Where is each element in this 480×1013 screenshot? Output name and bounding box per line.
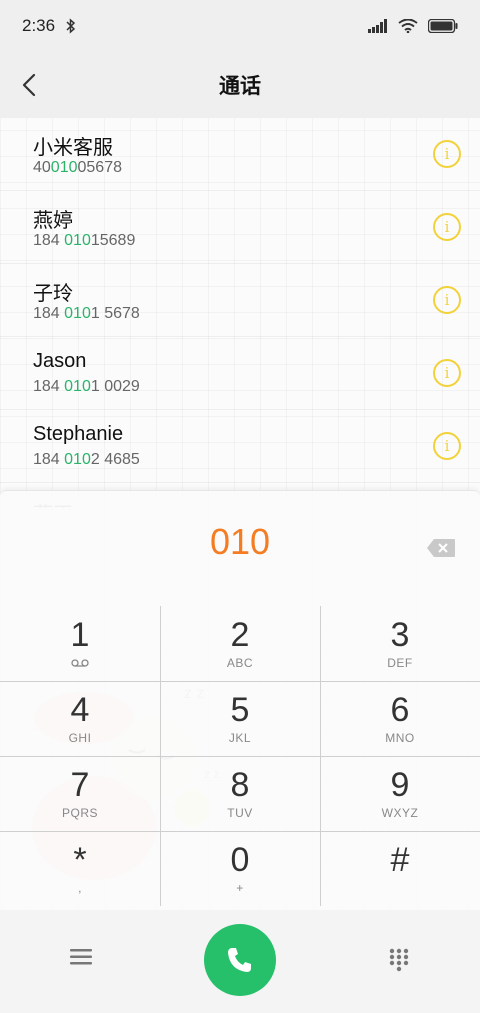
backspace-icon[interactable]	[426, 538, 456, 558]
number-suffix: 1 0029	[90, 378, 140, 395]
number-suffix: 15689	[90, 232, 136, 249]
contact-row[interactable]: 子玲 184 0101 5678 i	[0, 264, 480, 337]
key-digit: #	[390, 841, 410, 879]
number-prefix: 40	[33, 159, 51, 176]
contact-number: 184 0101 0029	[33, 378, 140, 396]
key-letters: TUV	[227, 806, 253, 820]
key-digit: 2	[230, 616, 250, 654]
key-digit: 9	[390, 766, 410, 804]
number-match: 010	[64, 451, 91, 468]
contact-info-button[interactable]: i	[433, 432, 461, 460]
info-icon: i	[444, 144, 450, 163]
bluetooth-icon	[66, 18, 76, 34]
key-letters: ,	[78, 881, 82, 895]
key-digit: 1	[70, 616, 90, 654]
key-8[interactable]: 8 TUV	[160, 756, 320, 831]
header: 通话	[0, 52, 480, 118]
keypad-icon[interactable]	[388, 948, 410, 972]
number-suffix: 1 5678	[90, 305, 140, 322]
key-2[interactable]: 2 ABC	[160, 606, 320, 681]
key-letters: MNO	[385, 731, 415, 745]
key-digit: 3	[390, 616, 410, 654]
key-digit: 0	[230, 841, 250, 879]
contact-name: Stephanie	[33, 423, 124, 445]
number-suffix: 2 4685	[90, 451, 140, 468]
dialpad-panel: 010 1 2 ABC 3 DEF 4 GHI 5 JKL 6 MNO 7 PQ…	[0, 490, 480, 910]
voicemail-icon	[0, 656, 160, 670]
key-digit: 8	[230, 766, 250, 804]
key-digit: 5	[230, 691, 250, 729]
key-5[interactable]: 5 JKL	[160, 681, 320, 756]
contact-info-button[interactable]: i	[433, 140, 461, 168]
phone-icon	[228, 948, 251, 972]
number-match: 010	[64, 378, 91, 395]
number-match: 010	[64, 232, 91, 249]
key-digit: 6	[390, 691, 410, 729]
number-suffix: 05678	[77, 159, 123, 176]
number-match: 010	[50, 159, 78, 176]
contact-number: 184 01015689	[33, 232, 135, 250]
key-digit: *	[73, 841, 87, 879]
contact-number: 4001005678	[33, 159, 122, 177]
status-bar: 2:36	[0, 0, 480, 52]
contact-row[interactable]: Stephanie 184 0102 4685 i	[0, 410, 480, 483]
key-0[interactable]: 0 +	[160, 831, 320, 906]
key-digit: 4	[70, 691, 90, 729]
key-7[interactable]: 7 PQRS	[0, 756, 160, 831]
key-letters: JKL	[228, 731, 252, 745]
contact-name: 燕婷	[33, 210, 73, 232]
page-title: 通话	[219, 75, 261, 98]
contact-row[interactable]: 燕婷 184 01015689 i	[0, 191, 480, 264]
contact-name: Jason	[33, 350, 87, 372]
contact-name: 子玲	[33, 283, 73, 305]
key-digit: 7	[70, 766, 90, 804]
number-prefix: 184	[33, 305, 65, 322]
number-prefix: 184	[33, 378, 65, 395]
key-9[interactable]: 9 WXYZ	[320, 756, 480, 831]
contact-results-list: 小米客服 4001005678 i 燕婷 184 01015689 i 子玲 1…	[0, 118, 480, 508]
key-1[interactable]: 1	[0, 606, 160, 681]
contact-row[interactable]: 小米客服 4001005678 i	[0, 118, 480, 191]
key-letters: +	[236, 881, 244, 895]
key-letters: DEF	[387, 656, 413, 670]
contact-number: 184 0102 4685	[33, 451, 140, 469]
contact-info-button[interactable]: i	[433, 213, 461, 241]
call-button[interactable]	[204, 924, 276, 996]
status-time: 2:36	[22, 16, 56, 35]
key-letters: WXYZ	[381, 806, 419, 820]
menu-icon[interactable]	[70, 948, 92, 966]
key-hash[interactable]: #	[320, 831, 480, 906]
battery-icon	[428, 19, 458, 33]
contact-row[interactable]: Jason 184 0101 0029 i	[0, 337, 480, 410]
key-letters: ABC	[226, 656, 254, 670]
number-prefix: 184	[33, 232, 65, 249]
contact-info-button[interactable]: i	[433, 359, 461, 387]
wifi-icon	[398, 19, 418, 33]
keypad: 1 2 ABC 3 DEF 4 GHI 5 JKL 6 MNO 7 PQRS 8…	[0, 606, 480, 906]
contact-name: 小米客服	[33, 137, 113, 159]
key-4[interactable]: 4 GHI	[0, 681, 160, 756]
signal-icon	[368, 19, 387, 33]
contact-info-button[interactable]: i	[433, 286, 461, 314]
key-star[interactable]: * ,	[0, 831, 160, 906]
key-6[interactable]: 6 MNO	[320, 681, 480, 756]
info-icon: i	[444, 363, 450, 382]
bottom-action-bar	[0, 910, 480, 1013]
number-prefix: 184	[33, 451, 65, 468]
contact-number: 184 0101 5678	[33, 305, 140, 323]
number-match: 010	[64, 305, 91, 322]
info-icon: i	[444, 290, 450, 309]
key-letters: GHI	[68, 731, 92, 745]
back-arrow-icon	[22, 73, 36, 97]
key-3[interactable]: 3 DEF	[320, 606, 480, 681]
dial-number-display[interactable]: 010	[0, 521, 480, 563]
info-icon: i	[444, 436, 450, 455]
status-icons	[368, 19, 458, 33]
key-letters: PQRS	[61, 806, 98, 820]
back-button[interactable]	[14, 70, 44, 100]
info-icon: i	[444, 217, 450, 236]
